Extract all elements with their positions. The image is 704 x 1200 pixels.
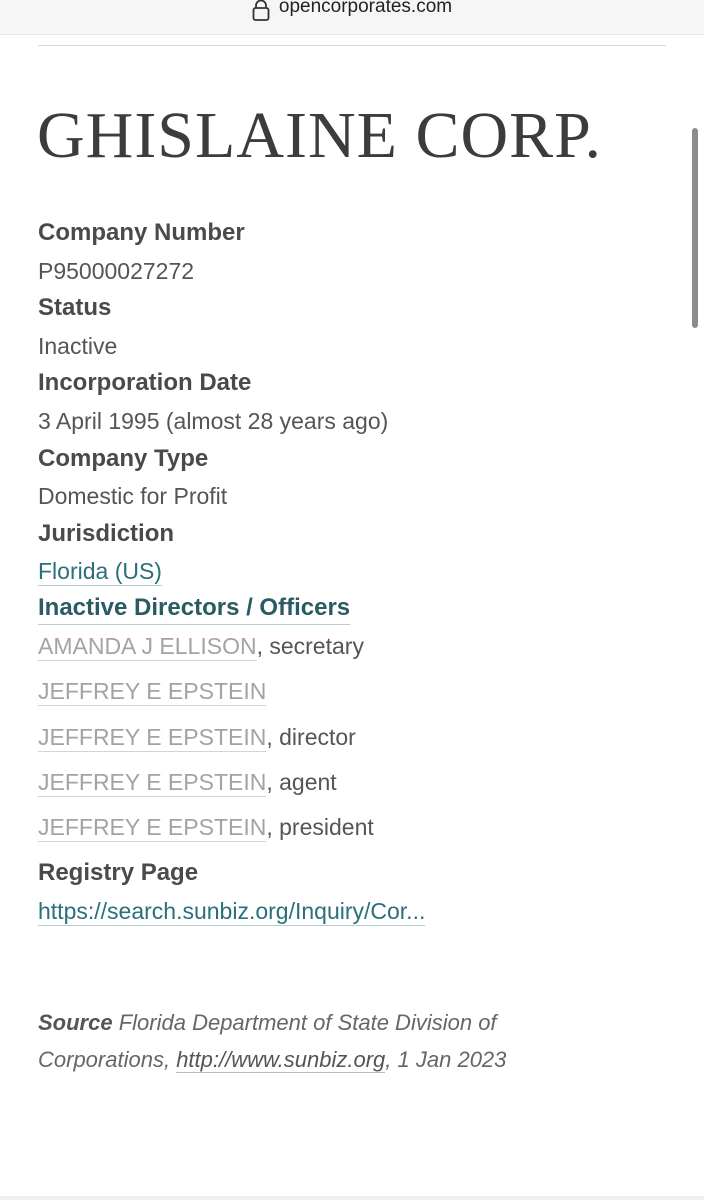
status-value: Inactive xyxy=(38,333,118,359)
browser-address-bar[interactable]: opencorporates.com xyxy=(0,0,704,35)
company-title: GHISLAINE CORP. xyxy=(37,99,603,172)
officer-item: AMANDA J ELLISON, secretary xyxy=(38,631,364,661)
inactive-officers-heading[interactable]: Inactive Directors / Officers xyxy=(38,593,351,625)
officer-name-link[interactable]: AMANDA J ELLISON xyxy=(38,633,257,661)
url-text[interactable]: opencorporates.com xyxy=(279,0,452,17)
officer-name-link[interactable]: JEFFREY E EPSTEIN xyxy=(38,678,267,706)
incorporation-date-value: 3 April 1995 (almost 28 years ago) xyxy=(38,408,389,434)
jurisdiction-label: Jurisdiction xyxy=(38,520,175,547)
lock-icon xyxy=(252,0,270,22)
officer-item: JEFFREY E EPSTEIN xyxy=(38,676,267,706)
officer-item: JEFFREY E EPSTEIN, agent xyxy=(38,767,337,797)
company-type-value: Domestic for Profit xyxy=(38,483,228,509)
officer-role: , director xyxy=(266,724,356,750)
source-label: Source xyxy=(38,1010,113,1035)
officer-role: , president xyxy=(266,814,374,840)
officer-name-link[interactable]: JEFFREY E EPSTEIN xyxy=(38,724,267,752)
incorporation-date-label: Incorporation Date xyxy=(38,369,252,396)
officer-role: , agent xyxy=(266,769,337,795)
scrollbar[interactable] xyxy=(692,128,698,328)
officer-item: JEFFREY E EPSTEIN, director xyxy=(38,722,356,752)
officer-role: , secretary xyxy=(256,633,364,659)
top-divider xyxy=(38,45,666,46)
jurisdiction-value: Florida (US) xyxy=(38,556,162,586)
jurisdiction-link[interactable]: Florida (US) xyxy=(38,558,162,586)
officer-item: JEFFREY E EPSTEIN, president xyxy=(38,812,374,842)
company-number-label: Company Number xyxy=(38,219,245,246)
source-link[interactable]: http://www.sunbiz.org xyxy=(176,1047,386,1073)
status-label: Status xyxy=(38,294,112,321)
registry-page-link[interactable]: https://search.sunbiz.org/Inquiry/Cor... xyxy=(38,898,426,926)
officer-name-link[interactable]: JEFFREY E EPSTEIN xyxy=(38,814,267,842)
company-type-label: Company Type xyxy=(38,445,209,472)
registry-page-label: Registry Page xyxy=(38,859,199,886)
company-number-value: P95000027272 xyxy=(38,258,195,284)
bottom-divider xyxy=(0,1196,704,1200)
officer-name-link[interactable]: JEFFREY E EPSTEIN xyxy=(38,769,267,797)
registry-page-value: https://search.sunbiz.org/Inquiry/Cor... xyxy=(38,896,426,926)
source-note: Source Florida Department of State Divis… xyxy=(38,1004,558,1078)
source-date: , 1 Jan 2023 xyxy=(385,1047,507,1072)
